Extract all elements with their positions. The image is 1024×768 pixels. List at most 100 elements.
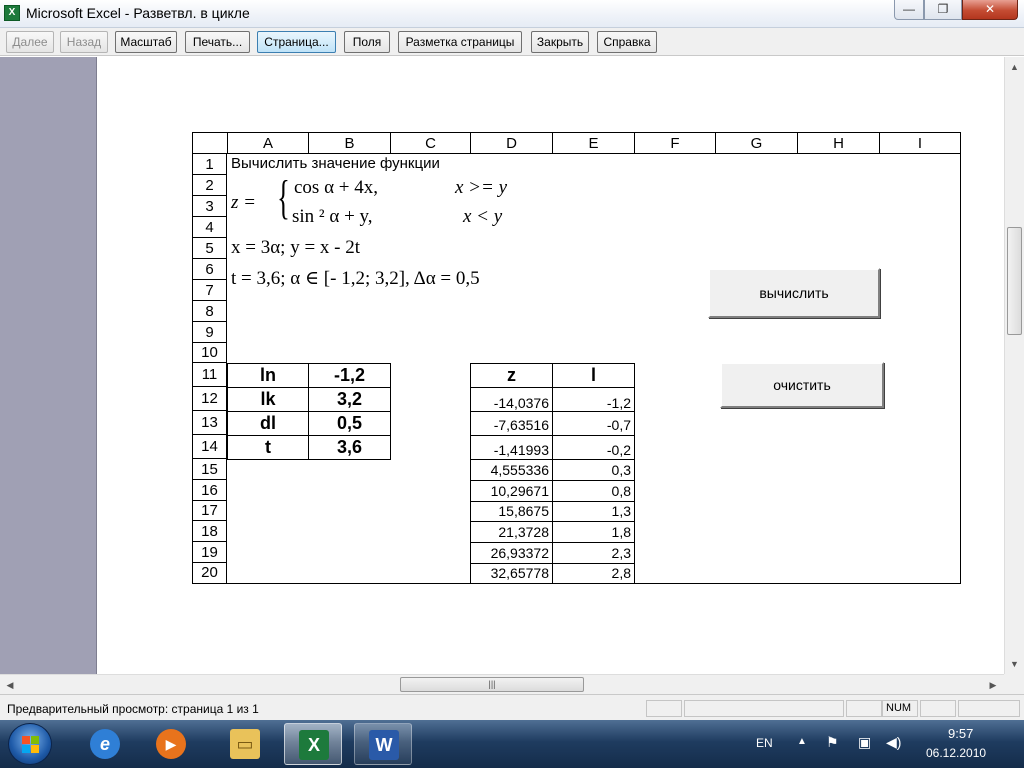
status-panel (920, 700, 956, 717)
row-header: 20 (193, 563, 227, 583)
scrollbar-corner (1004, 674, 1024, 694)
vertical-scrollbar[interactable]: ▲ ▼ (1004, 57, 1024, 674)
result-l-cell: 0,8 (553, 481, 635, 502)
print-button[interactable]: Печать... (185, 31, 250, 53)
row-header: 1 (193, 154, 227, 175)
calculate-button[interactable]: вычислить (708, 268, 880, 318)
excel-icon: X (299, 730, 329, 760)
row-header: 5 (193, 238, 227, 259)
row-header: 6 (193, 259, 227, 280)
row-header: 11 (193, 363, 227, 387)
results-header-z: z (471, 364, 553, 388)
status-panel (958, 700, 1020, 717)
scroll-right-arrow-icon[interactable]: ▶ (985, 676, 1001, 694)
scroll-up-arrow-icon[interactable]: ▲ (1005, 59, 1024, 75)
window-title: Microsoft Excel - Разветвл. в цикле (26, 5, 250, 21)
row-header: 4 (193, 217, 227, 238)
column-header: E (552, 133, 634, 154)
row-header: 17 (193, 501, 227, 521)
clock-time[interactable]: 9:57 (948, 726, 973, 741)
formula-case1-condition: x >= y (455, 177, 508, 198)
result-l-cell: 2,3 (553, 543, 635, 564)
taskbar-internet-explorer[interactable]: e (76, 723, 134, 765)
row-header: 7 (193, 280, 227, 301)
action-center-icon[interactable]: ⚑ (826, 734, 839, 751)
network-icon[interactable]: ▣ (858, 734, 871, 751)
num-lock-indicator: NUM (882, 700, 918, 717)
volume-icon[interactable]: ◀) (886, 734, 901, 751)
windows-taskbar: e ▶ ▭ X W EN ▲ ⚑ ▣ ◀) 9:57 06.12.2010 (0, 720, 1024, 768)
results-table: z l -14,0376 -1,2 -7,63516 -0,7 -1,41993… (470, 363, 635, 584)
preview-background (0, 57, 97, 674)
windows-logo-icon (22, 736, 40, 754)
result-l-cell: -1,2 (553, 388, 635, 412)
row-header: 9 (193, 322, 227, 343)
folder-icon: ▭ (230, 729, 260, 759)
row-header: 12 (193, 387, 227, 411)
taskbar-media-player[interactable]: ▶ (142, 723, 200, 765)
clear-button[interactable]: очистить (720, 362, 884, 408)
formula-parameters: t = 3,6; α ∈ [- 1,2; 3,2], Δα = 0,5 (231, 268, 480, 289)
next-page-button[interactable]: Далее (6, 31, 54, 53)
preview-toolbar: Далее Назад Масштаб Печать... Страница..… (0, 28, 1024, 56)
result-l-cell: 0,3 (553, 460, 635, 481)
show-hidden-icons-icon[interactable]: ▲ (797, 736, 807, 747)
taskbar-explorer[interactable]: ▭ (216, 723, 274, 765)
previous-page-button[interactable]: Назад (60, 31, 108, 53)
result-z-cell: 4,555336 (471, 460, 553, 481)
result-l-cell: 1,3 (553, 502, 635, 522)
param-value-cell: -1,2 (309, 364, 391, 388)
help-button[interactable]: Справка (597, 31, 657, 53)
vertical-scroll-thumb[interactable] (1007, 227, 1022, 335)
page-setup-button[interactable]: Страница... (257, 31, 336, 53)
result-l-cell: -0,2 (553, 436, 635, 460)
result-z-cell: -1,41993 (471, 436, 553, 460)
formula-lhs: z = (231, 192, 256, 213)
param-value-cell: 0,5 (309, 412, 391, 436)
status-text: Предварительный просмотр: страница 1 из … (7, 702, 259, 716)
column-header-row: A B C D E F G H I (193, 133, 960, 154)
column-header: B (308, 133, 390, 154)
minimize-button[interactable]: — (894, 0, 924, 20)
clock-date[interactable]: 06.12.2010 (926, 746, 986, 760)
formula-case1: cos α + 4x, (294, 177, 378, 198)
status-panel (846, 700, 882, 717)
row-header: 8 (193, 301, 227, 322)
title-cell: Вычислить значение функции (231, 155, 440, 172)
close-preview-button[interactable]: Закрыть (531, 31, 589, 53)
result-l-cell: 1,8 (553, 522, 635, 543)
language-indicator[interactable]: EN (756, 736, 773, 750)
param-name-cell: lk (228, 388, 309, 412)
row-header: 2 (193, 175, 227, 196)
param-name-cell: t (228, 436, 309, 460)
status-panel (684, 700, 844, 717)
result-l-cell: -0,7 (553, 412, 635, 436)
param-value-cell: 3,6 (309, 436, 391, 460)
param-name-cell: ln (228, 364, 309, 388)
horizontal-scrollbar[interactable]: ◀ ||| ▶ (0, 674, 1004, 694)
taskbar-word[interactable]: W (354, 723, 412, 765)
scroll-left-arrow-icon[interactable]: ◀ (2, 676, 18, 694)
status-bar: Предварительный просмотр: страница 1 из … (0, 694, 1024, 720)
status-panel (646, 700, 682, 717)
restore-button[interactable]: ❐ (924, 0, 962, 20)
scroll-down-arrow-icon[interactable]: ▼ (1005, 656, 1024, 672)
formula-x-y: x = 3α; y = x - 2t (231, 237, 361, 258)
results-header-l: l (553, 364, 635, 388)
column-header: A (227, 133, 308, 154)
excel-app-icon[interactable]: X (4, 5, 20, 21)
result-l-cell: 2,8 (553, 564, 635, 584)
close-window-button[interactable]: ✕ (962, 0, 1018, 20)
taskbar-excel[interactable]: X (284, 723, 342, 765)
result-z-cell: -14,0376 (471, 388, 553, 412)
zoom-button[interactable]: Масштаб (115, 31, 177, 53)
page-break-preview-button[interactable]: Разметка страницы (398, 31, 522, 53)
start-button[interactable] (8, 723, 52, 765)
worksheet-print-area: A B C D E F G H I 1 2 3 4 5 6 7 8 9 10 1… (192, 132, 961, 584)
internet-explorer-icon: e (90, 729, 120, 759)
row-header: 15 (193, 459, 227, 480)
row-header: 19 (193, 542, 227, 563)
result-z-cell: 10,29671 (471, 481, 553, 502)
margins-button[interactable]: Поля (344, 31, 390, 53)
horizontal-scroll-thumb[interactable]: ||| (400, 677, 584, 692)
